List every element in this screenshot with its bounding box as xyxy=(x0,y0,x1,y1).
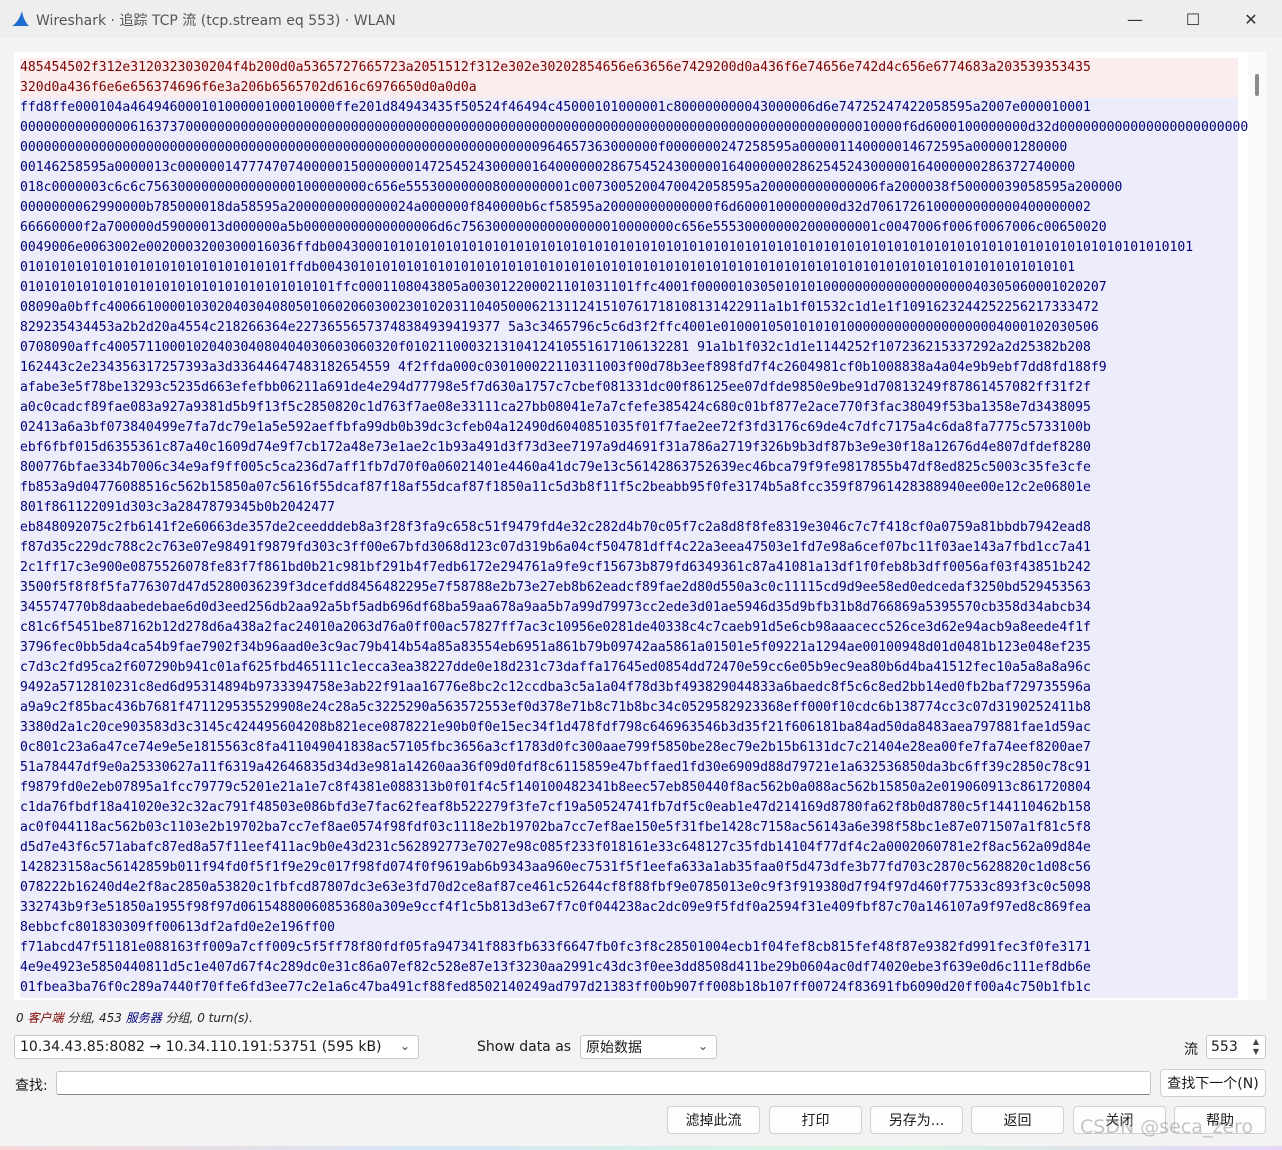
server-data-line: a9a9c2f85bac436b7681f471129535529908e24c… xyxy=(20,698,1238,718)
scrollbar-thumb[interactable] xyxy=(1255,74,1259,96)
title-bar: Wireshark · 追踪 TCP 流 (tcp.stream eq 553)… xyxy=(0,0,1282,38)
stream-number-label: 流 xyxy=(1184,1042,1198,1058)
status-sep-1: 分组, xyxy=(67,1011,96,1025)
chevron-down-icon: ⌄ xyxy=(697,1039,708,1053)
stream-status: 0 客户端 分组, 453 服务器 分组, 0 turn(s). xyxy=(16,1009,253,1026)
server-data-line: 0000000000000061637370000000000000000000… xyxy=(20,118,1266,138)
server-data-line: c7d3c2fd95ca2f607290b941c01af625fbd46511… xyxy=(20,658,1238,678)
turn-count: 0 turn(s). xyxy=(197,1011,253,1025)
server-data-line: 01fbea3ba76f0c289a7440f70ffe6fd3ee77c2e1… xyxy=(20,978,1238,998)
server-data-line: 162443c2e234356317257393a3d3364464748318… xyxy=(20,358,1238,378)
server-data-line: ffd8ffe000104a46494600010100000100010000… xyxy=(20,98,1238,118)
server-data-line: 9492a5712810231c8ed6d95314894b9733394758… xyxy=(20,678,1238,698)
server-data-line: c1da76fbdf18a41020e32c32ac791f48503e086b… xyxy=(20,798,1238,818)
server-data-line: eb848092075c2fb6141f2e60663de357de2ceedd… xyxy=(20,518,1238,538)
stream-number-value: 553 xyxy=(1211,1039,1238,1055)
server-data-line: 078222b16240d4e2f8ac2850a53820c1fbfcd878… xyxy=(20,878,1238,898)
server-data-line: 0000000000000000000000000000000000000000… xyxy=(20,138,1238,158)
maximize-button[interactable]: ☐ xyxy=(1164,0,1222,38)
server-data-line: 02413a6a3bf073840499e7fa7dc79e1a5e592aef… xyxy=(20,418,1238,438)
client-packet-count: 0 xyxy=(16,1011,24,1025)
server-data-line: f87d35c229dc788c2c763e07e98491f9879fd303… xyxy=(20,538,1238,558)
wireshark-fin-icon xyxy=(12,11,29,26)
print-button[interactable]: 打印 xyxy=(769,1106,862,1134)
vertical-scrollbar[interactable] xyxy=(1248,52,1266,1000)
server-packet-count: 453 xyxy=(98,1011,122,1025)
spin-down-icon[interactable]: ▼ xyxy=(1249,1047,1263,1057)
spin-arrows[interactable]: ▲ ▼ xyxy=(1249,1037,1263,1057)
server-data-line: 829235434453a2b2d20a4554c218266364e22736… xyxy=(20,318,1238,338)
find-next-button[interactable]: 查找下一个(N) xyxy=(1160,1069,1266,1097)
show-data-label: Show data as xyxy=(477,1039,572,1055)
server-data-line: 08090a0bffc40066100001030204030408050106… xyxy=(20,298,1238,318)
status-sep-2: 分组, xyxy=(165,1011,194,1025)
server-data-line: f71abcd47f51181e088163ff009a7cff009c5f5f… xyxy=(20,938,1238,958)
conversation-select[interactable]: 10.34.43.85:8082 → 10.34.110.191:53751 (… xyxy=(14,1035,419,1059)
show-data-format-select[interactable]: 原始数据 ⌄ xyxy=(580,1035,717,1059)
save-as-button[interactable]: 另存为... xyxy=(870,1106,963,1134)
find-input[interactable] xyxy=(56,1071,1151,1095)
server-data-line: ac0f044118ac562b03c1103e2b19702ba7cc7ef8… xyxy=(20,818,1238,838)
spin-up-icon[interactable]: ▲ xyxy=(1249,1037,1263,1047)
show-data-format-value: 原始数据 xyxy=(586,1040,642,1056)
server-data-line: 3380d2a1c20ce903583d3c3145c424495604208b… xyxy=(20,718,1238,738)
server-data-line: 0708090affc40057110001020403040804040306… xyxy=(20,338,1238,358)
server-data-line: f9879fd0e2eb07895a1fcc79779c5201e21a1e7c… xyxy=(20,778,1238,798)
server-data-line: 018c0000003c6c6c756300000000000000010000… xyxy=(20,178,1238,198)
server-data-line: 345574770b8daabedebae6d0d3eed256db2aa92a… xyxy=(20,598,1238,618)
close-window-button[interactable]: ✕ xyxy=(1222,0,1280,38)
filter-out-stream-button[interactable]: 滤掉此流 xyxy=(667,1106,760,1134)
server-data-line: 0000000062990000b785000018da58595a200000… xyxy=(20,198,1238,218)
window-title: Wireshark · 追踪 TCP 流 (tcp.stream eq 553)… xyxy=(36,13,396,29)
stream-number-spinbox[interactable]: 553 ▲ ▼ xyxy=(1206,1035,1266,1059)
server-data-line: ebf6fbf015d6355361c87a40c1609d74e9f7cb17… xyxy=(20,438,1238,458)
server-data-line: 8ebbcfc801830309ff00613df2afd0e2e196ff00 xyxy=(20,918,1238,938)
find-label: 查找: xyxy=(15,1078,48,1094)
server-data-line: 800776bfae334b7006c34e9af9ff005c5ca236d7… xyxy=(20,458,1238,478)
conversation-value: 10.34.43.85:8082 → 10.34.110.191:53751 (… xyxy=(20,1039,382,1055)
server-data-line: a0c0cadcf89fae083a927a9381d5b9f13f5c2850… xyxy=(20,398,1238,418)
client-data-line: 320d0a436f6e6e656374696f6e3a206b6565702d… xyxy=(20,78,1238,98)
server-data-line: afabe3e5f78be13293c5235d663efefbb06211a6… xyxy=(20,378,1238,398)
server-data-line: 0c801c23a6a47ce74e9e5e1815563c8fa4110490… xyxy=(20,738,1238,758)
server-data-line: d5d7e43f6c571abafc87ed8a57f11eef411ac9b0… xyxy=(20,838,1238,858)
server-label: 服务器 xyxy=(125,1011,162,1025)
server-data-line: 00146258595a0000013c00000014777470740000… xyxy=(20,158,1238,178)
server-data-line: 2c1ff17c3e900e0875526078fe83f7f861bd0b21… xyxy=(20,558,1238,578)
server-data-line: 801f861122091d303c3a2847879345b0b2042477 xyxy=(20,498,1238,518)
watermark: CSDN @seca_zero xyxy=(1080,1116,1254,1138)
server-data-line: 66660000f2a700000d59000013d000000a5b0000… xyxy=(20,218,1238,238)
server-data-line: 0101010101010101010101010101010101ffdb00… xyxy=(20,258,1238,278)
server-data-line: 3796fec0bb5da4ca54b9fae7902f34b96aad0e3c… xyxy=(20,638,1238,658)
server-data-line: 4e9e4923e5850440811d5c1e407d67f4c289dc0e… xyxy=(20,958,1238,978)
back-button[interactable]: 返回 xyxy=(971,1106,1064,1134)
server-data-line: fb853a9d04776088516c562b15850a07c5616f55… xyxy=(20,478,1238,498)
stream-content-panel[interactable]: 485454502f312e3120323030204f4b200d0a5365… xyxy=(14,52,1266,1000)
server-data-line: 0049006e0063002e0020003200300016036ffdb0… xyxy=(20,238,1238,258)
client-data-line: 485454502f312e3120323030204f4b200d0a5365… xyxy=(20,58,1238,78)
window-bottom-edge xyxy=(0,1146,1282,1150)
stream-text[interactable]: 485454502f312e3120323030204f4b200d0a5365… xyxy=(20,58,1266,998)
server-data-line: 332743b9f3e51850a1955f98f97d061548800608… xyxy=(20,898,1238,918)
minimize-button[interactable]: — xyxy=(1106,0,1164,38)
client-label: 客户端 xyxy=(27,1011,64,1025)
server-data-line: 0101010101010101010101010101010101010101… xyxy=(20,278,1238,298)
server-data-line: 51a78447df9e0a25330627a11f6319a42646835d… xyxy=(20,758,1238,778)
server-data-line: 3500f5f8f8f5fa776307d47d5280036239f3dcef… xyxy=(20,578,1238,598)
chevron-down-icon: ⌄ xyxy=(399,1039,410,1053)
server-data-line: c81c6f5451be87162b12d278d6a438a2fac24010… xyxy=(20,618,1238,638)
server-data-line: 142823158ac56142859b011f94fd0f5f1f9e29c0… xyxy=(20,858,1238,878)
